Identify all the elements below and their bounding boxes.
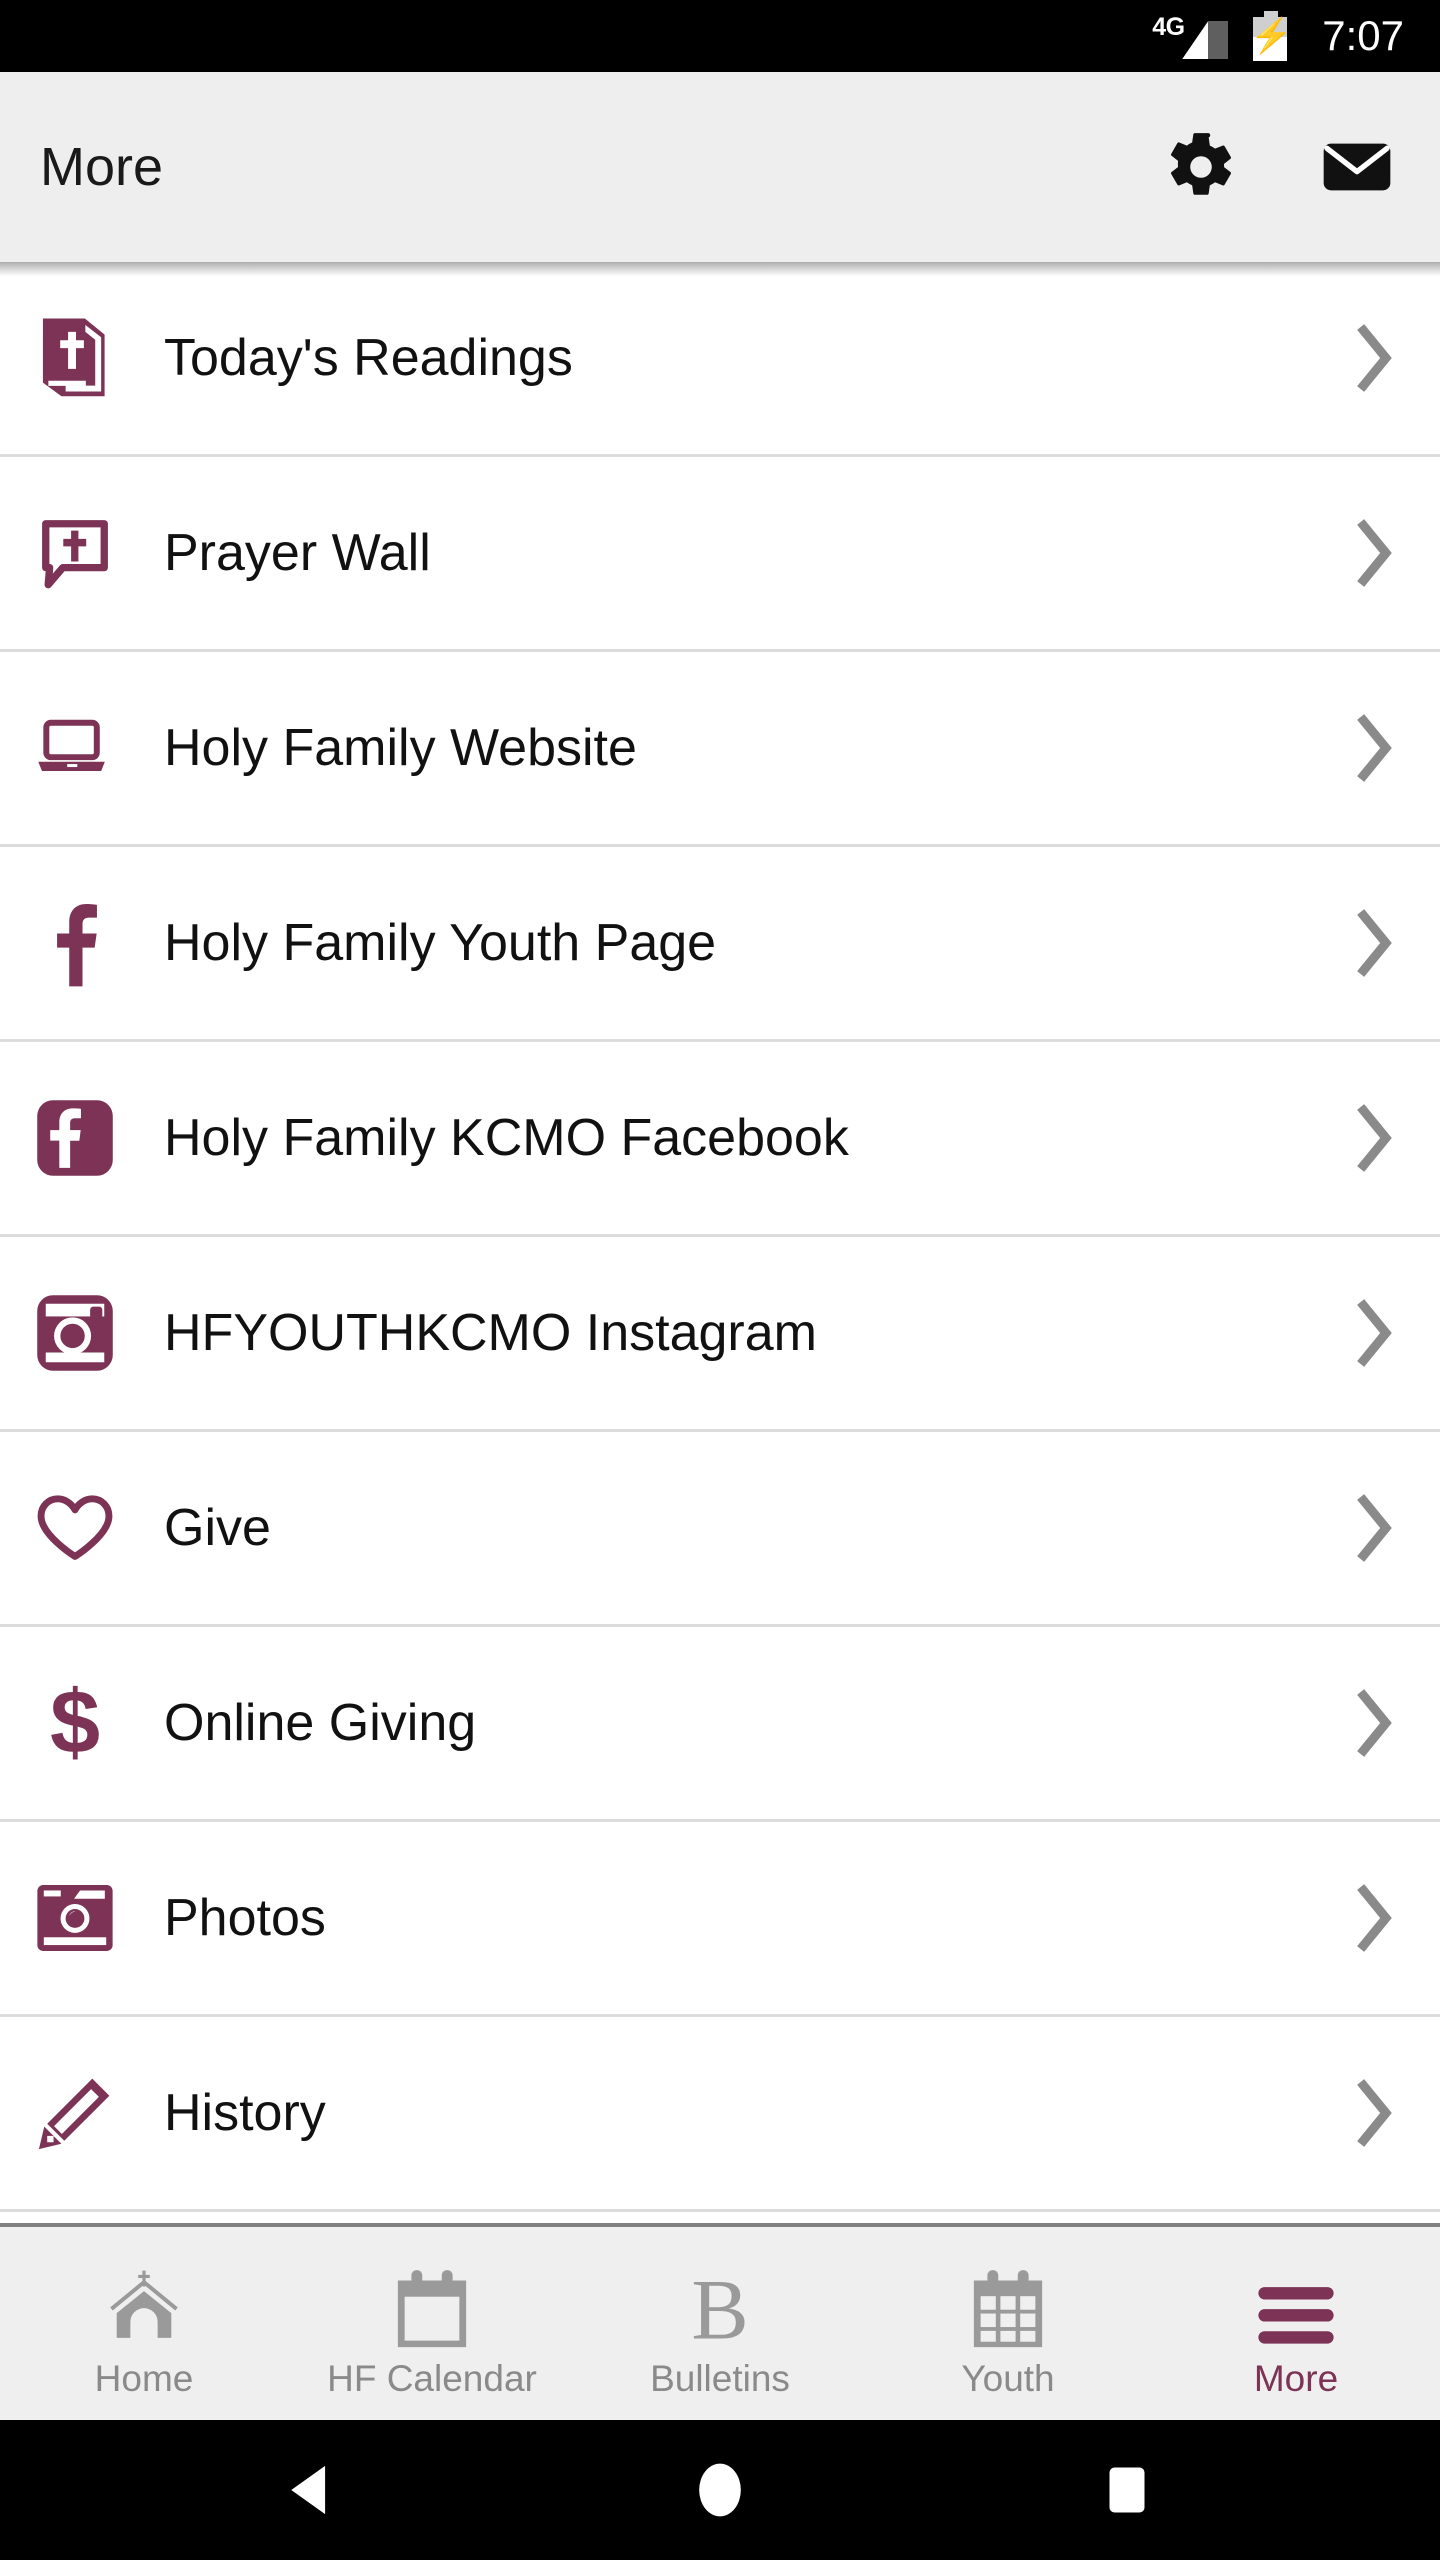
list-item[interactable]: Prayer Wall <box>0 457 1440 652</box>
tab-label: More <box>1253 2358 1339 2399</box>
chevron-right-icon <box>1346 1688 1406 1758</box>
list-item[interactable]: HFYOUTHKCMO Instagram <box>0 1237 1440 1432</box>
recents-button[interactable] <box>1067 2430 1187 2550</box>
tab-more[interactable]: More <box>1152 2227 1440 2420</box>
church-icon <box>102 2260 186 2352</box>
phone-screen: 4G ⚡ 7:07 More Today's Readings Prayer W… <box>0 0 1440 2560</box>
dollar-sign-icon: $ <box>36 1677 114 1769</box>
signal-bars-icon: 4G <box>1152 13 1229 59</box>
gear-icon <box>1171 132 1231 195</box>
calendar-grid-icon <box>970 2260 1046 2352</box>
list-item-label: Holy Family Youth Page <box>164 914 717 972</box>
svg-text:B: B <box>691 2266 748 2352</box>
bottom-tab-bar: Home HF Calendar B Bulletins Youth More <box>0 2223 1440 2420</box>
laptop-icon <box>36 702 114 794</box>
letter-b-icon: B <box>682 2260 758 2352</box>
home-button[interactable] <box>660 2430 780 2550</box>
list-item-label: History <box>164 2084 326 2142</box>
square-recents-icon <box>1109 2467 1145 2513</box>
list-item-label: Prayer Wall <box>164 524 431 582</box>
speech-bubble-cross-icon <box>36 507 114 599</box>
chevron-right-icon <box>1346 713 1406 783</box>
list-item-label: HFYOUTHKCMO Instagram <box>164 1304 817 1362</box>
network-type-label: 4G <box>1152 13 1185 41</box>
list-item[interactable]: Give <box>0 1432 1440 1627</box>
list-item-label: Holy Family Website <box>164 719 637 777</box>
back-button[interactable] <box>253 2430 373 2550</box>
tab-label: Youth <box>961 2358 1055 2399</box>
facebook-badge-icon <box>36 1092 114 1184</box>
heart-outline-icon <box>36 1482 114 1574</box>
list-item[interactable]: Holy Family Youth Page <box>0 847 1440 1042</box>
pencil-icon <box>36 2067 114 2159</box>
list-item[interactable]: Holy Family KCMO Facebook <box>0 1042 1440 1237</box>
chevron-right-icon <box>1346 1493 1406 1563</box>
header-shadow <box>0 262 1440 276</box>
facebook-f-icon <box>36 897 114 989</box>
camera-badge-icon <box>36 1872 114 1964</box>
chevron-right-icon <box>1346 1103 1406 1173</box>
calendar-icon <box>394 2260 470 2352</box>
app-header: More <box>0 72 1440 262</box>
chevron-right-icon <box>1346 908 1406 978</box>
tab-bulletins[interactable]: B Bulletins <box>576 2227 864 2420</box>
svg-text:$: $ <box>50 1678 100 1768</box>
list-item-label: Photos <box>164 1889 326 1947</box>
list-item-label: Online Giving <box>164 1694 477 1752</box>
hamburger-menu-icon <box>1253 2260 1339 2352</box>
chevron-right-icon <box>1346 1883 1406 1953</box>
list-item[interactable]: $ Online Giving <box>0 1627 1440 1822</box>
tab-hf-calendar[interactable]: HF Calendar <box>288 2227 576 2420</box>
list-item-label: Today's Readings <box>164 329 573 387</box>
status-bar: 4G ⚡ 7:07 <box>0 0 1440 72</box>
page-title: More <box>40 137 164 197</box>
tab-label: Bulletins <box>650 2358 790 2399</box>
chevron-right-icon <box>1346 518 1406 588</box>
tab-label: HF Calendar <box>327 2358 537 2399</box>
tab-home[interactable]: Home <box>0 2227 288 2420</box>
list-item[interactable]: History <box>0 2017 1440 2212</box>
triangle-back-icon <box>291 2465 326 2515</box>
android-nav-bar <box>0 2420 1440 2560</box>
settings-button[interactable] <box>1158 124 1244 210</box>
chevron-right-icon <box>1346 323 1406 393</box>
more-menu-list: Today's Readings Prayer Wall Holy Family… <box>0 262 1440 2223</box>
chevron-right-icon <box>1346 2078 1406 2148</box>
header-actions <box>1158 124 1400 210</box>
instagram-badge-icon <box>36 1287 114 1379</box>
envelope-icon <box>1323 143 1391 191</box>
chevron-right-icon <box>1346 1298 1406 1368</box>
circle-home-icon <box>699 2463 741 2517</box>
tab-youth[interactable]: Youth <box>864 2227 1152 2420</box>
mail-button[interactable] <box>1314 124 1400 210</box>
tab-label: Home <box>94 2358 194 2399</box>
bible-cross-icon <box>36 312 114 404</box>
list-item[interactable]: Holy Family Website <box>0 652 1440 847</box>
status-bar-clock: 7:07 <box>1322 12 1404 59</box>
list-item[interactable]: Photos <box>0 1822 1440 2017</box>
list-item-label: Give <box>164 1499 271 1557</box>
list-item-label: Holy Family KCMO Facebook <box>164 1109 849 1167</box>
list-item[interactable]: Today's Readings <box>0 262 1440 457</box>
battery-charging-icon: ⚡ <box>1250 11 1293 61</box>
